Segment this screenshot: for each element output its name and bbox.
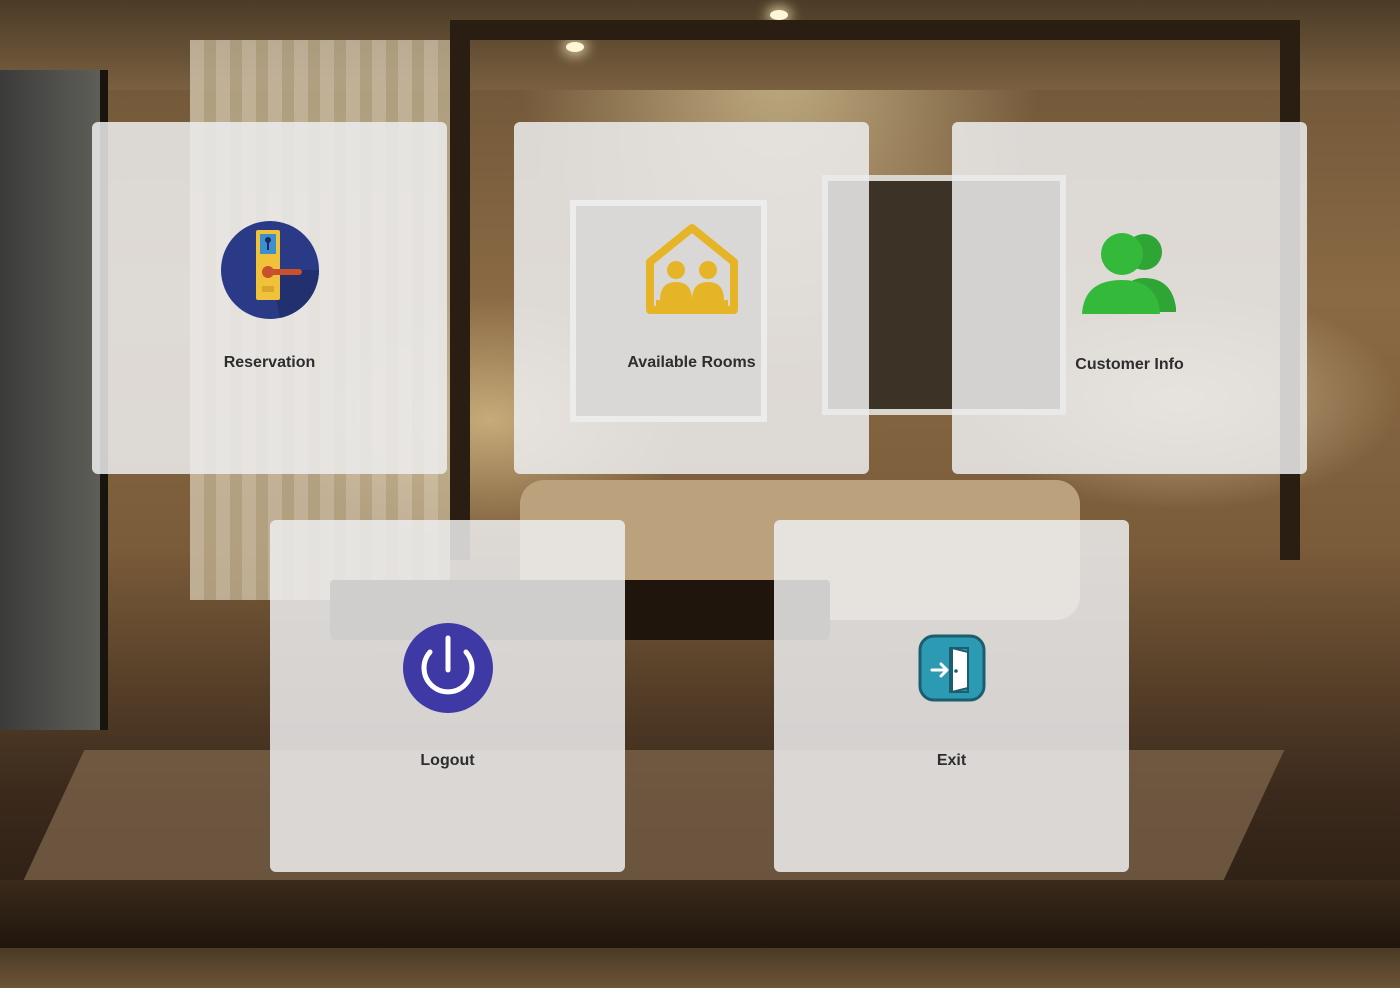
available-rooms-tile[interactable]: Available Rooms	[514, 122, 869, 474]
reservation-tile[interactable]: Reservation	[92, 122, 447, 474]
customer-info-label: Customer Info	[1075, 356, 1184, 373]
hotel-key-card-icon	[220, 220, 320, 320]
customer-info-tile[interactable]: Customer Info	[952, 122, 1307, 474]
floor	[0, 880, 1400, 950]
background-repeat-strip	[0, 948, 1400, 988]
logout-tile[interactable]: Logout	[270, 520, 625, 872]
logout-label: Logout	[420, 752, 475, 769]
available-rooms-label: Available Rooms	[627, 354, 756, 371]
exit-label: Exit	[936, 752, 967, 769]
ceiling-light	[770, 10, 788, 20]
reservation-label: Reservation	[223, 354, 316, 371]
room-occupancy-icon	[642, 222, 742, 316]
exit-door-icon	[918, 634, 986, 702]
exit-tile[interactable]: Exit	[774, 520, 1129, 872]
power-icon	[402, 622, 494, 714]
users-icon	[1078, 226, 1182, 316]
